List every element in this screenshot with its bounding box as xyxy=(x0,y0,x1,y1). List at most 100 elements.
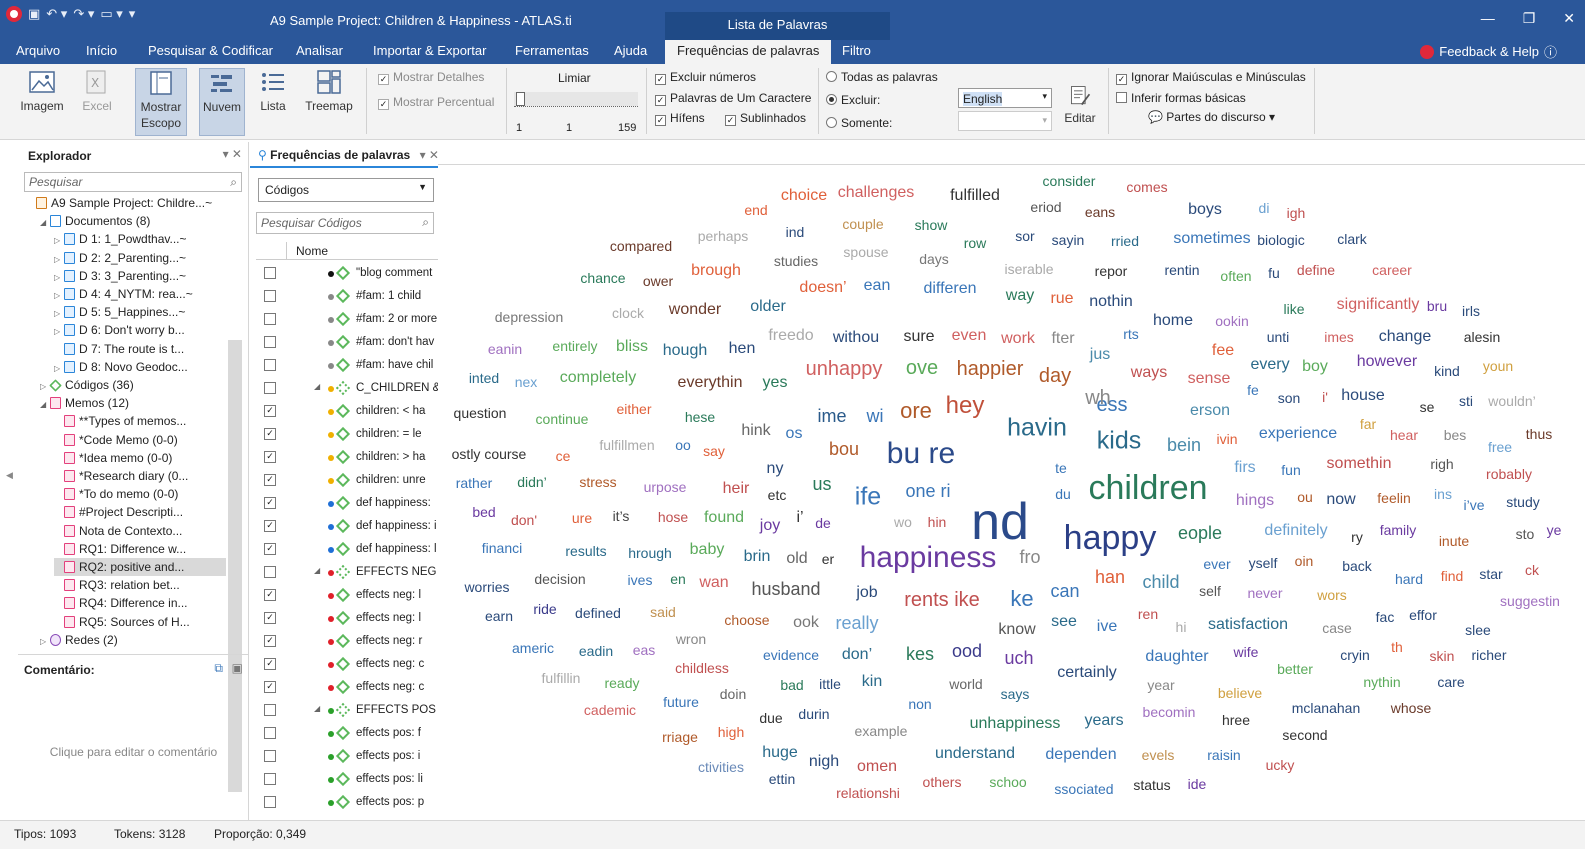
cloud-word[interactable]: consider xyxy=(1043,174,1096,188)
cloud-word[interactable]: work xyxy=(1001,331,1035,347)
cloud-word[interactable]: often xyxy=(1220,269,1251,283)
explorer-search-input[interactable]: Pesquisar ⌕ xyxy=(24,172,242,192)
cloud-word[interactable]: sometimes xyxy=(1173,231,1250,247)
cloud-word[interactable]: hese xyxy=(685,410,715,424)
cloud-word[interactable]: ren xyxy=(1138,607,1158,621)
cloud-word[interactable]: completely xyxy=(560,370,636,386)
menu-ferramentas[interactable]: Ferramentas xyxy=(515,43,589,58)
exclude-language-select[interactable]: English ▾ xyxy=(958,88,1052,108)
cloud-word[interactable]: see xyxy=(1051,614,1077,630)
exclude-option[interactable]: Excluir: xyxy=(826,93,880,107)
cloud-word[interactable]: relationshi xyxy=(836,786,900,800)
cloud-word[interactable]: feelin xyxy=(1377,491,1410,505)
cloud-word[interactable]: hard xyxy=(1395,572,1423,586)
underscores-option[interactable]: ✓ Sublinhados xyxy=(725,111,806,126)
code-row[interactable]: #fam: have chil xyxy=(256,355,438,378)
cloud-word[interactable]: iserable xyxy=(1004,262,1053,276)
cloud-word[interactable]: free xyxy=(1488,440,1512,454)
cloud-word[interactable]: world xyxy=(949,677,982,691)
cloud-word[interactable]: bliss xyxy=(616,339,648,355)
expand-arrow-icon[interactable]: ▷ xyxy=(40,633,50,651)
expand-arrow-icon[interactable]: ◢ xyxy=(40,214,50,232)
cloud-word[interactable]: non xyxy=(908,697,931,711)
cloud-word[interactable]: decision xyxy=(534,572,585,586)
save-icon[interactable]: ▣ xyxy=(28,6,40,22)
cloud-word[interactable]: fu xyxy=(1268,266,1280,280)
code-row[interactable]: ✓ effects neg: l xyxy=(256,585,438,608)
cloud-word[interactable]: i’ve xyxy=(1463,498,1484,512)
cloud-word[interactable]: ookin xyxy=(1215,314,1248,328)
code-checkbox[interactable]: ✓ xyxy=(264,658,276,670)
cloud-word[interactable]: whose xyxy=(1391,701,1431,715)
cloud-word[interactable]: fe xyxy=(1247,383,1259,397)
code-row[interactable]: ◢ EFFECTS NEG xyxy=(256,562,438,585)
cloud-word[interactable]: nigh xyxy=(809,754,839,770)
threshold-slider-handle[interactable] xyxy=(516,92,525,106)
cloud-word[interactable]: hi xyxy=(1176,620,1187,634)
cloud-word[interactable]: rts xyxy=(1123,327,1139,341)
code-row[interactable]: ◢ EFFECTS POS xyxy=(256,700,438,723)
cloud-word[interactable]: like xyxy=(1283,302,1304,316)
cloud-word[interactable]: bad xyxy=(780,678,803,692)
code-row[interactable]: ✓ effects neg: l xyxy=(256,608,438,631)
menu-filtro[interactable]: Filtro xyxy=(842,43,871,58)
tab-controls[interactable]: ▾ ✕ xyxy=(420,148,439,162)
cloud-word[interactable]: becomin xyxy=(1143,705,1196,719)
cloud-word[interactable]: schoo xyxy=(989,775,1026,789)
cloud-word[interactable]: ive xyxy=(1097,619,1117,635)
cloud-word[interactable]: ke xyxy=(1010,588,1033,610)
cloud-word[interactable]: differen xyxy=(923,281,976,297)
cloud-word[interactable]: ck xyxy=(1525,563,1539,577)
code-checkbox[interactable] xyxy=(264,290,276,302)
cloud-word[interactable]: future xyxy=(663,695,699,709)
cloud-word[interactable]: nothin xyxy=(1089,294,1133,310)
cloud-word[interactable]: alesin xyxy=(1464,330,1501,344)
cloud-word[interactable]: oo xyxy=(675,438,691,452)
cloud-word[interactable]: hough xyxy=(663,343,708,359)
cloud-word[interactable]: find xyxy=(1441,569,1464,583)
cloud-word[interactable]: rents ike xyxy=(904,590,980,610)
cloud-word[interactable]: way xyxy=(1006,288,1034,304)
cloud-word[interactable]: husband xyxy=(751,580,820,598)
cloud-word[interactable]: uch xyxy=(1004,649,1033,667)
code-row[interactable]: ✓ effects neg: r xyxy=(256,631,438,654)
cloud-word[interactable]: rather xyxy=(456,476,493,490)
cloud-word[interactable]: ny xyxy=(767,461,784,477)
cloud-word[interactable]: dependen xyxy=(1045,747,1116,763)
edit-button[interactable]: Editar xyxy=(1058,84,1102,126)
code-checkbox[interactable]: ✓ xyxy=(264,451,276,463)
cloud-word[interactable]: ssociated xyxy=(1054,782,1113,796)
code-row[interactable]: ✓ children: < ha xyxy=(256,401,438,424)
cloud-word[interactable]: daughter xyxy=(1145,649,1208,665)
all-words-option[interactable]: Todas as palavras xyxy=(826,70,938,84)
cloud-word[interactable]: however xyxy=(1357,354,1417,370)
cloud-word[interactable]: perhaps xyxy=(698,229,749,243)
column-header[interactable]: Nome xyxy=(256,242,438,260)
menu-analisar[interactable]: Analisar xyxy=(296,43,343,58)
cloud-word[interactable]: family xyxy=(1380,523,1417,537)
cloud-word[interactable]: financi xyxy=(482,541,522,555)
search-codes-input[interactable]: Pesquisar Códigos ⌕ xyxy=(256,212,434,234)
cloud-word[interactable]: clark xyxy=(1337,232,1367,246)
cloud-word[interactable]: experience xyxy=(1259,426,1337,442)
tree-node[interactable]: ▷ D 8: Novo Geodoc... xyxy=(54,358,188,376)
cloud-word[interactable]: due xyxy=(759,711,782,725)
code-checkbox[interactable] xyxy=(264,704,276,716)
cloud-word[interactable]: back xyxy=(1342,559,1372,573)
tree-node[interactable]: RQ2: positive and... xyxy=(54,558,226,576)
comment-placeholder[interactable]: Clique para editar o comentário xyxy=(18,745,249,759)
cloud-word[interactable]: ittle xyxy=(819,677,841,691)
cloud-word[interactable]: ives xyxy=(628,573,653,587)
code-row[interactable]: effects pos: i xyxy=(256,746,438,769)
help-icon[interactable]: ⓘ xyxy=(1544,42,1557,61)
tree-node[interactable]: *Code Memo (0-0) xyxy=(54,431,178,449)
cloud-word[interactable]: ore xyxy=(900,400,932,422)
tree-node[interactable]: RQ1: Difference w... xyxy=(54,540,186,558)
cloud-word[interactable]: everythin xyxy=(678,375,743,391)
cloud-word[interactable]: wan xyxy=(699,575,728,591)
cloud-word[interactable]: every xyxy=(1250,357,1289,373)
code-checkbox[interactable] xyxy=(264,750,276,762)
cloud-word[interactable]: te xyxy=(1055,461,1067,475)
cloud-word[interactable]: evidence xyxy=(763,648,819,662)
single-char-option[interactable]: ✓ Palavras de Um Caractere xyxy=(655,91,811,106)
